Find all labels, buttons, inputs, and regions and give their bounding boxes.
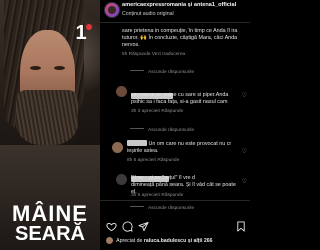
comment-line: tuturor. 🙌 În concluzie, câștigă Mara, c… [122, 35, 238, 41]
commenter-avatar[interactable] [116, 86, 127, 97]
comment-line: sare prietena in compeuție, în timp ce A… [122, 28, 238, 34]
comment-meta[interactable]: 3h 3 aprecieri Răspunde [131, 109, 241, 114]
post-actions: 3h 6 aprecieri Răspunde Ascunde răspunsu… [100, 193, 250, 250]
post-media[interactable]: 1 MÂINE SEARĂ [0, 0, 100, 250]
person-eye [54, 66, 65, 70]
comment: El nu... și pe "soțul" îl vre d dimineaț… [131, 168, 241, 196]
commenter-avatar[interactable] [116, 174, 127, 185]
account-avatar[interactable] [104, 2, 120, 18]
comment-line: nervos. [122, 42, 140, 48]
liked-by-suffix[interactable]: și alții 266 [188, 238, 213, 244]
person-beard [16, 90, 78, 145]
commenter-username[interactable] [131, 85, 241, 99]
post-header: americaexpressromania și antena1_officia… [100, 0, 250, 23]
redacted-username[interactable] [127, 140, 147, 146]
hide-replies-link[interactable]: Ascunde răspunsurile [130, 206, 194, 211]
comment: Un om care nu este provocat nu cr ieșiri… [127, 140, 239, 163]
share-icon[interactable] [138, 221, 149, 232]
heart-icon[interactable]: ♡ [242, 148, 247, 155]
comment-icon[interactable] [122, 221, 133, 232]
comment-line: va manca pe paine cu sare si piper.Anda [131, 92, 229, 98]
commenter-username[interactable] [131, 168, 241, 182]
promo-line-1: MÂINE [12, 201, 88, 226]
heart-icon[interactable]: ♡ [242, 178, 247, 185]
liked-by-prefix: Apreciat de [116, 238, 143, 244]
comment-line: El nu... și pe "soțul" îl vre d [131, 175, 196, 181]
comment-line: dimineață până seara. Și îl văd cât se p… [131, 182, 236, 188]
comment-line: ieșirile astea. [127, 148, 159, 154]
comment-meta[interactable]: 8h 6 aprecieri Răspunde [127, 158, 239, 163]
promo-caption: MÂINE SEARĂ [0, 201, 100, 245]
comment-meta[interactable]: 5h Răspunde Vezi traducerea [122, 52, 242, 57]
comment: sare prietena in compeuție, în timp ce A… [122, 28, 242, 57]
liked-by-user[interactable]: raluca.badulescu [144, 238, 186, 244]
heart-icon[interactable]: ♡ [242, 92, 247, 99]
coauthor-name[interactable]: antena1_official [194, 2, 236, 8]
promo-line-2: SEARĂ [14, 223, 85, 245]
comment-line: psihic sa i faca fața, si-a gasit nasul … [131, 99, 228, 105]
comment-meta[interactable]: 3h 6 aprecieri Răspunde [131, 193, 183, 198]
likes-summary[interactable]: Apreciat de raluca.badulescu și alții 26… [106, 237, 213, 244]
liker-avatar [106, 237, 113, 244]
hide-replies-link[interactable]: Ascunde răspunsurile [130, 70, 194, 75]
comment-line: Un om care nu este provocat nu cr [148, 141, 232, 147]
heart-icon[interactable] [106, 221, 117, 232]
comment: va manca pe paine cu sare si piper.Anda … [131, 85, 241, 114]
person-eye [30, 66, 41, 70]
account-names: americaexpressromania și antena1_officia… [122, 2, 236, 8]
hide-replies-link[interactable]: Ascunde răspunsurile [130, 128, 194, 133]
audio-label[interactable]: Conținut audio original [122, 11, 174, 17]
channel-logo-dot [86, 24, 92, 30]
comments-pane: americaexpressromania și antena1_officia… [100, 0, 250, 250]
bookmark-icon[interactable] [236, 221, 246, 232]
commenter-avatar[interactable] [112, 142, 123, 153]
account-name[interactable]: americaexpressromania [122, 2, 186, 8]
